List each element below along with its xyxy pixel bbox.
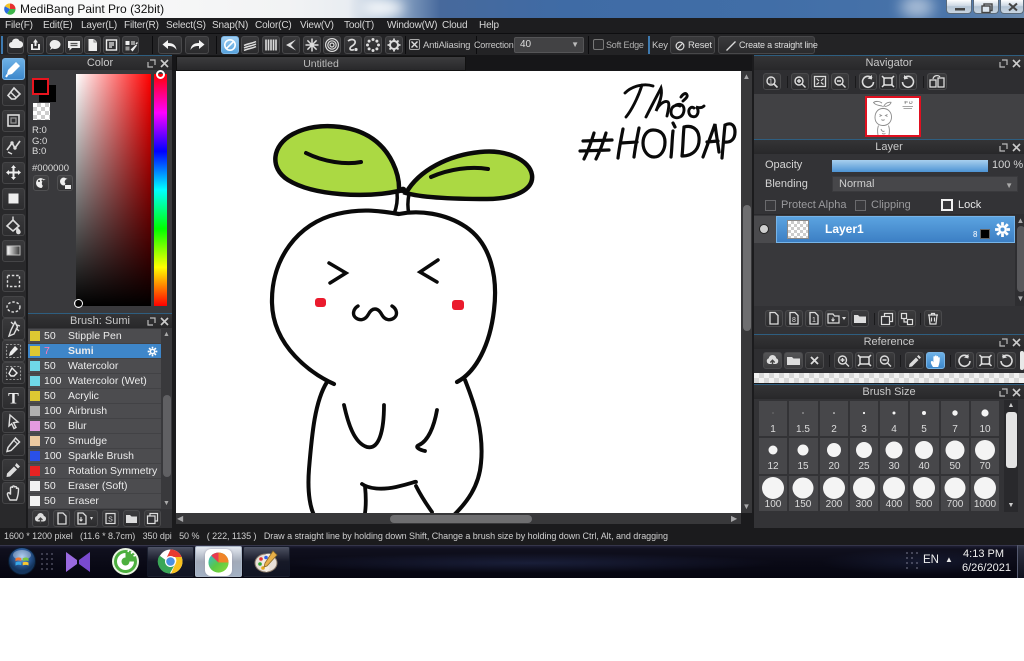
svg-text:15: 15 [798, 461, 810, 472]
svg-text:40: 40 [919, 461, 931, 472]
svg-text:50: 50 [949, 461, 961, 472]
svg-text:1: 1 [769, 79, 773, 86]
svg-text:8: 8 [792, 317, 796, 324]
svg-text:12: 12 [767, 461, 779, 472]
svg-text:100: 100 [765, 499, 782, 510]
svg-text:700: 700 [946, 499, 963, 510]
svg-text:S: S [108, 517, 113, 524]
svg-text:70: 70 [979, 461, 991, 472]
svg-text:500: 500 [916, 499, 933, 510]
svg-text:3: 3 [861, 424, 867, 435]
svg-text:2: 2 [831, 424, 837, 435]
svg-text:1: 1 [770, 424, 776, 435]
svg-text:T: T [8, 391, 19, 408]
svg-text:30: 30 [888, 461, 900, 472]
svg-text:200: 200 [825, 499, 842, 510]
svg-text:5: 5 [921, 424, 927, 435]
svg-text:25: 25 [858, 461, 870, 472]
svg-text:300: 300 [855, 499, 872, 510]
svg-text:7: 7 [952, 424, 958, 435]
svg-text:4: 4 [891, 424, 897, 435]
svg-text:10: 10 [979, 424, 991, 435]
svg-text:1000: 1000 [974, 499, 997, 510]
svg-text:20: 20 [828, 461, 840, 472]
svg-text:400: 400 [886, 499, 903, 510]
svg-text:150: 150 [795, 499, 812, 510]
svg-text:1.5: 1.5 [796, 424, 810, 435]
svg-text:1: 1 [812, 317, 816, 324]
